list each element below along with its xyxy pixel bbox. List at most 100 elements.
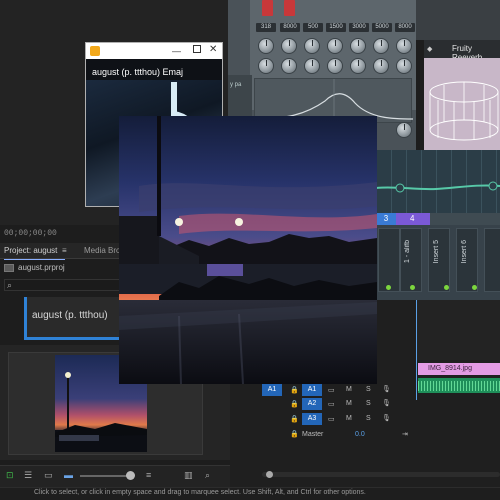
emaj-titlebar[interactable]: [86, 43, 222, 59]
zoom-slider-track[interactable]: [80, 475, 130, 477]
fl-channel-strip-label: y pa: [230, 82, 242, 88]
maximize-icon[interactable]: [193, 45, 201, 53]
eq-knob[interactable]: [396, 38, 412, 54]
plugin-menu-icon[interactable]: ◆: [427, 45, 432, 53]
sync-lock-icon[interactable]: ▭: [328, 415, 335, 423]
minimize-icon[interactable]: —: [172, 46, 181, 56]
eq-knob[interactable]: [258, 38, 274, 54]
mic-icon[interactable]: 🎙: [382, 414, 391, 422]
track-target-a1[interactable]: A1: [302, 384, 322, 396]
mixer-insert[interactable]: [484, 228, 500, 292]
zoom-slider-icon[interactable]: [126, 471, 135, 480]
insert-led[interactable]: [444, 285, 449, 290]
reeverb-room-view[interactable]: [424, 58, 500, 158]
project-file-name: august.prproj: [18, 263, 65, 272]
eq-knob[interactable]: [327, 38, 343, 54]
mute-button[interactable]: M: [346, 386, 352, 393]
search-icon[interactable]: ⌕: [205, 470, 210, 481]
eq-knob[interactable]: [350, 38, 366, 54]
list-view-icon[interactable]: ☰: [24, 470, 32, 481]
mixer-insert[interactable]: [378, 228, 400, 292]
sequence-thumbnail-title: august (p. ttthou): [32, 310, 108, 321]
timeline-ruler[interactable]: [416, 300, 500, 360]
solo-button[interactable]: S: [366, 400, 371, 407]
solo-button[interactable]: S: [366, 386, 371, 393]
lock-icon[interactable]: ⊡: [6, 470, 14, 481]
eq-knob[interactable]: [281, 58, 297, 74]
freq-label-6: 5000: [372, 23, 392, 32]
eq-knob[interactable]: [396, 58, 412, 74]
track-source-a1[interactable]: A1: [262, 384, 282, 396]
mic-icon[interactable]: 🎙: [382, 385, 391, 393]
mute-button[interactable]: M: [346, 415, 352, 422]
master-volume-value[interactable]: 0.0: [355, 431, 365, 438]
track-row-a2: 🔒 A2 ▭ M S 🎙: [262, 398, 412, 411]
automation-curve: [375, 181, 500, 193]
eq-knob[interactable]: [373, 58, 389, 74]
eq-knob[interactable]: [304, 38, 320, 54]
timeline-scrollbar[interactable]: [262, 472, 500, 477]
insert-label-1: 1 - alifb: [404, 240, 411, 263]
freq-label-1: 318: [256, 23, 276, 32]
insert-label-3: Insert 6: [461, 240, 468, 264]
eq-fader-1[interactable]: [262, 0, 273, 16]
track-target-a2[interactable]: A2: [302, 398, 322, 410]
tab-media-browser[interactable]: Media Bro: [84, 246, 120, 255]
output-knob[interactable]: [396, 122, 412, 138]
status-text: Click to select, or click in empty space…: [34, 489, 366, 496]
mic-icon[interactable]: 🎙: [382, 399, 391, 407]
fl-channel-rack: [416, 0, 500, 40]
sunset-photo-image: [119, 116, 377, 384]
freq-label-3: 500: [303, 23, 323, 32]
search-icon: ⌕: [7, 280, 13, 290]
folder-icon: [4, 263, 14, 272]
mute-button[interactable]: M: [346, 400, 352, 407]
insert-label-2: Insert 5: [433, 240, 440, 264]
bar-marker-3[interactable]: 3: [376, 213, 396, 225]
new-bin-icon[interactable]: ▥: [184, 470, 193, 481]
timeline-scroll-handle[interactable]: [266, 471, 273, 478]
insert-led[interactable]: [410, 285, 415, 290]
freq-label-7: 8000: [395, 23, 415, 32]
lock-icon[interactable]: 🔒: [290, 430, 299, 438]
eq-fader-2[interactable]: [284, 0, 295, 16]
image-clip[interactable]: IMG_8914.jpg: [418, 363, 500, 375]
solo-button[interactable]: S: [366, 415, 371, 422]
audio-waveform: [418, 381, 500, 391]
desktop-stage: 00;00;00;00 Project: august ≡ Media Bro …: [0, 0, 500, 500]
eq-knob[interactable]: [373, 38, 389, 54]
panel-menu-icon[interactable]: ≡: [62, 246, 67, 255]
insert-led[interactable]: [472, 285, 477, 290]
eq-knob[interactable]: [258, 58, 274, 74]
lock-icon[interactable]: 🔒: [290, 415, 299, 423]
eq-knob[interactable]: [304, 58, 320, 74]
track-target-a3[interactable]: A3: [302, 413, 322, 425]
lock-icon[interactable]: 🔒: [290, 400, 299, 408]
reeverb-room-graphic: [429, 81, 499, 141]
project-file-label: august.prproj: [4, 263, 65, 272]
go-to-end-icon[interactable]: ⇥: [402, 430, 408, 438]
freq-label-5: 3000: [349, 23, 369, 32]
icon-view-icon[interactable]: ▭: [44, 470, 53, 481]
track-row-a1: A1 🔒 A1 ▭ M S 🎙: [262, 384, 412, 397]
sync-lock-icon[interactable]: ▭: [328, 400, 335, 408]
close-icon[interactable]: ✕: [209, 44, 217, 55]
timecode-display: 00;00;00;00: [4, 229, 57, 238]
lock-icon[interactable]: 🔒: [290, 386, 299, 394]
freq-label-2: 8000: [280, 23, 300, 32]
bar-marker-4[interactable]: 4: [396, 213, 430, 225]
emaj-title: august (p. ttthou) Emaj: [92, 67, 184, 77]
sync-lock-icon[interactable]: ▭: [328, 386, 335, 394]
tab-project[interactable]: Project: august: [4, 246, 66, 260]
freeform-view-icon[interactable]: ▬: [64, 470, 73, 480]
automation-clip[interactable]: [375, 176, 500, 200]
playhead[interactable]: [416, 300, 417, 400]
track-row-a3: 🔒 A3 ▭ M S 🎙: [262, 413, 412, 426]
sort-icon[interactable]: ≡: [146, 470, 151, 480]
eq-knob[interactable]: [281, 38, 297, 54]
sunset-photo[interactable]: [119, 116, 377, 384]
eq-knob[interactable]: [327, 58, 343, 74]
insert-led[interactable]: [386, 285, 391, 290]
eq-knob[interactable]: [350, 58, 366, 74]
freq-label-4: 1500: [326, 23, 346, 32]
